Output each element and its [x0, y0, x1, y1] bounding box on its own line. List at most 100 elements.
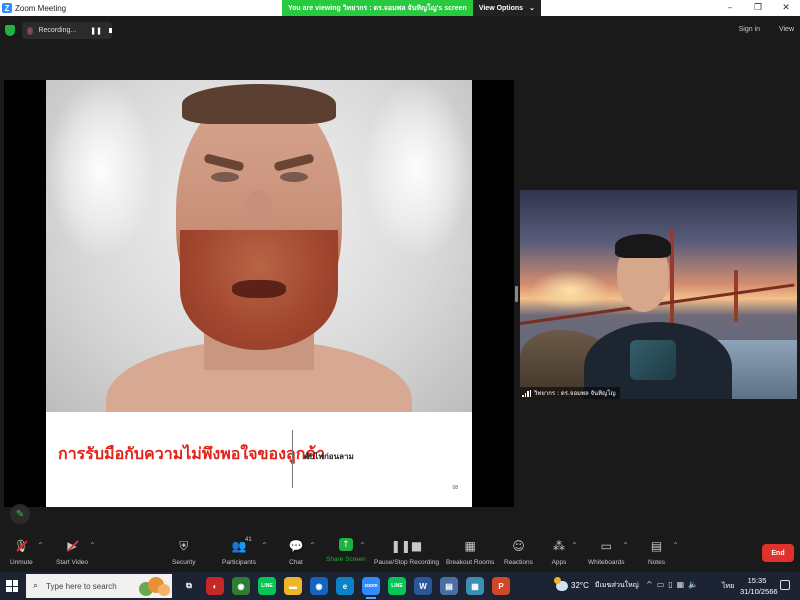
taskbar-app-chrome-2-icon[interactable]: ◉	[310, 577, 328, 595]
slide-caption-area: การรับมือกับความไม่พึงพอใจของลูกค้า ดับไ…	[46, 412, 472, 507]
video-options-caret[interactable]: ^	[90, 542, 95, 549]
minimize-button[interactable]: –	[716, 0, 744, 16]
stop-recording-icon[interactable]	[108, 28, 112, 33]
tray-window-icon[interactable]: ▭	[657, 580, 665, 589]
whiteboards-label: Whiteboards	[588, 559, 625, 566]
presentation-slide: การรับมือกับความไม่พึงพอใจของลูกค้า ดับไ…	[46, 80, 472, 507]
record-dot-icon	[27, 26, 34, 35]
photo-hair	[182, 84, 336, 124]
shield-icon[interactable]	[5, 25, 15, 36]
sign-in-link[interactable]: Sign in	[739, 26, 760, 33]
show-hidden-icons-icon[interactable]: ^	[646, 580, 653, 589]
fruit-decoration-icon	[139, 577, 170, 596]
notes-options-caret[interactable]: ^	[673, 542, 678, 549]
pause-stop-recording-label: Pause/Stop Recording	[374, 559, 440, 566]
unmute-button[interactable]: 🎙 Unmute	[10, 538, 33, 566]
camera-off-icon: ▶	[64, 538, 80, 554]
taskbar-app-app-teal-icon[interactable]: ▦	[466, 577, 484, 595]
volume-icon[interactable]: 🔈	[688, 580, 698, 589]
taskbar-app-app-blue-icon[interactable]: ▤	[440, 577, 458, 595]
close-button[interactable]: ✕	[772, 0, 800, 16]
start-video-button[interactable]: ▶ Start Video	[56, 538, 88, 566]
participants-count: 41	[244, 537, 252, 543]
taskbar-app-file-explorer-icon[interactable]: ▬	[284, 577, 302, 595]
taskbar-app-line-icon[interactable]: LINE	[258, 577, 276, 595]
pencil-icon[interactable]: ✎	[10, 504, 30, 524]
system-tray-icons: ^ ▭ ▯ ▦ 🔈	[646, 580, 698, 589]
unmute-label: Unmute	[10, 559, 33, 566]
share-screen-icon: ↑	[338, 538, 353, 551]
taskbar-app-app-red-circle-icon[interactable]: ◐	[206, 577, 224, 595]
whiteboards-button[interactable]: ▭ Whiteboards	[588, 538, 625, 566]
participant-hair	[615, 234, 671, 258]
breakout-rooms-icon: ▦	[464, 539, 476, 553]
share-screen-label: Share Screen	[326, 556, 366, 563]
bridge-tower-far	[734, 270, 738, 322]
photo-eye-left	[211, 172, 239, 182]
search-placeholder: Type here to search	[46, 581, 117, 591]
chat-options-caret[interactable]: ^	[310, 542, 315, 549]
input-language[interactable]: ไทย	[722, 581, 734, 592]
weather-cloud-icon	[554, 576, 568, 591]
slide-subtitle: ดับไฟก่อนลาม	[304, 452, 354, 461]
network-icon[interactable]: ▦	[677, 580, 685, 589]
security-button[interactable]: ⛨ Security	[172, 538, 196, 567]
audio-options-caret[interactable]: ^	[38, 542, 43, 549]
participants-options-caret[interactable]: ^	[262, 542, 267, 549]
taskbar-app-edge-icon[interactable]: e	[336, 577, 354, 595]
share-options-caret[interactable]: ^	[360, 542, 365, 549]
chevron-down-icon: ⌄	[529, 5, 535, 12]
participants-button[interactable]: 👥 41 Participants	[222, 537, 256, 566]
recording-label: Recording...	[38, 27, 77, 34]
security-label: Security	[172, 559, 196, 566]
apps-label: Apps	[551, 559, 567, 566]
participant-video-tile[interactable]: วิทยากร : ดร.จอมพล จันทิญโญ	[520, 190, 797, 399]
apps-button[interactable]: ⁂ Apps	[551, 538, 567, 566]
sunset-glow	[530, 270, 610, 310]
viewing-screen-text: You are viewing วิทยากร : ดร.จอมพล จันทิ…	[282, 0, 473, 16]
window-title: Zoom Meeting	[15, 3, 67, 13]
smoke-left	[46, 80, 156, 260]
notes-icon: ▤	[650, 539, 663, 553]
taskbar-app-word-icon[interactable]: W	[414, 577, 432, 595]
photo-mouth	[232, 280, 286, 298]
notes-button[interactable]: ▤ Notes	[648, 538, 665, 566]
taskbar-clock[interactable]: 15:35 31/10/2566	[740, 576, 778, 596]
battery-icon[interactable]: ▯	[668, 580, 672, 589]
pause-recording-icon[interactable]: ❚❚	[90, 27, 102, 35]
chat-button[interactable]: 💬 Chat	[288, 538, 304, 566]
panel-resize-handle[interactable]	[515, 286, 518, 302]
shield-icon: ⛨	[179, 538, 189, 553]
chat-label: Chat	[289, 559, 303, 566]
meeting-toolbar: 🎙 Unmute ^ ▶ Start Video ^ ⛨ Security 👥 4…	[0, 534, 800, 572]
taskbar-app-task-view-icon[interactable]: ⧉	[180, 577, 198, 595]
apps-icon: ⁂	[553, 539, 565, 553]
clock-time: 15:35	[747, 576, 767, 585]
search-icon: ⌕	[33, 581, 39, 591]
taskbar-app-powerpoint-icon[interactable]: P	[492, 577, 510, 595]
slide-title: การรับมือกับความไม่พึงพอใจของลูกค้า	[58, 444, 326, 463]
windows-start-icon[interactable]	[6, 580, 18, 592]
end-meeting-button[interactable]: End	[762, 544, 794, 562]
zoom-logo-icon: Z	[2, 3, 12, 13]
participant-name-label: วิทยากร : ดร.จอมพล จันทิญโญ	[520, 387, 620, 399]
pause-stop-recording-button[interactable]: ❚❚■ Pause/Stop Recording	[374, 538, 439, 566]
notes-label: Notes	[648, 559, 665, 566]
slide-page-number: 08	[452, 485, 458, 491]
notification-icon[interactable]	[780, 580, 790, 590]
restore-button[interactable]: ❐	[744, 0, 772, 16]
view-options-button[interactable]: View Options ⌄	[472, 0, 541, 16]
reactions-icon: ☺	[512, 539, 525, 553]
reactions-button[interactable]: ☺ Reactions	[504, 538, 533, 566]
whiteboards-options-caret[interactable]: ^	[623, 542, 628, 549]
taskbar-app-chrome-icon[interactable]: ◉	[232, 577, 250, 595]
weather-temperature: 32°C	[571, 581, 589, 590]
weather-widget[interactable]: 32°C มีเมฆส่วนใหญ่	[554, 576, 639, 591]
breakout-rooms-label: Breakout Rooms	[446, 559, 495, 566]
view-button[interactable]: View	[779, 26, 794, 33]
breakout-rooms-button[interactable]: ▦ Breakout Rooms	[446, 538, 494, 566]
windows-taskbar: ⌕ Type here to search ⧉ ◐ ◉ LINE ▬ ◉ e zoom LINE…	[0, 572, 800, 600]
taskbar-app-zoom-icon[interactable]: zoom	[362, 577, 380, 599]
taskbar-app-line-2-icon[interactable]: LINE	[388, 577, 406, 595]
apps-options-caret[interactable]: ^	[572, 542, 577, 549]
